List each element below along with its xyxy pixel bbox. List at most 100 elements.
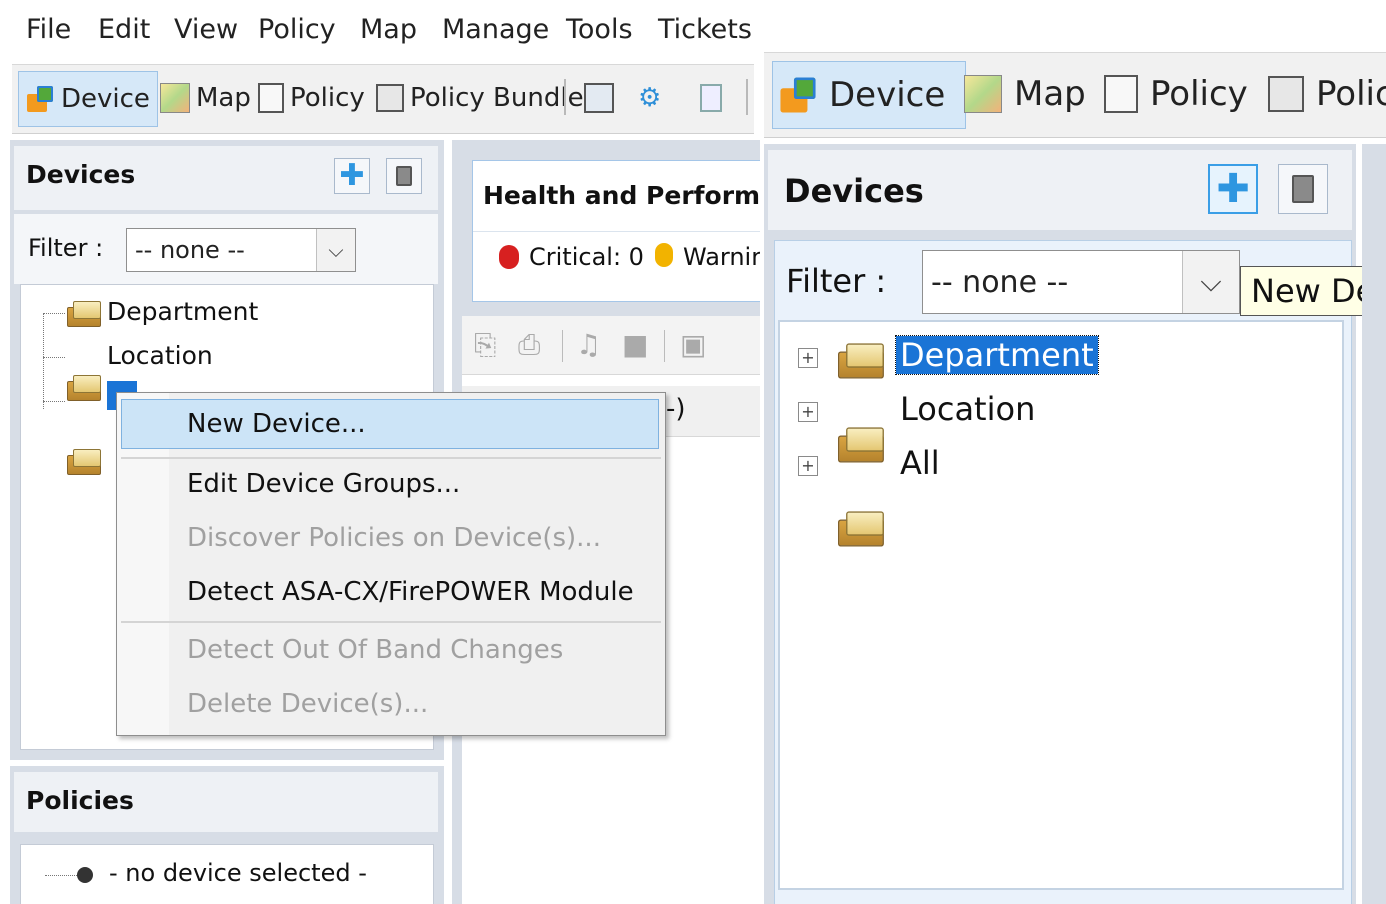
- zoomed-devices-title: Devices: [784, 172, 924, 210]
- menu-item-delete-devices[interactable]: Delete Device(s)...: [187, 689, 428, 719]
- add-device-button[interactable]: ✚: [334, 158, 370, 194]
- report-button[interactable]: [694, 71, 728, 125]
- health-panel-title: Health and Performan: [483, 181, 760, 210]
- menu-separator: [121, 457, 661, 459]
- trash-icon: [1292, 175, 1314, 203]
- folder-icon: [838, 338, 884, 379]
- devices-panel-title: Devices: [26, 160, 136, 189]
- menu-edit[interactable]: Edit: [98, 14, 150, 45]
- warning-icon: [655, 243, 673, 267]
- policy-icon: [1104, 75, 1138, 113]
- zoomed-policy-view-button[interactable]: Policy: [1094, 61, 1258, 127]
- policy-bundle-icon: [1268, 76, 1304, 112]
- zoomed-map-view-button[interactable]: Map: [954, 61, 1096, 127]
- expand-icon[interactable]: +: [798, 456, 818, 476]
- tree-line: [43, 313, 45, 409]
- tree-item-department[interactable]: Department: [107, 297, 258, 326]
- menu-manage[interactable]: Manage: [442, 14, 549, 45]
- chevron-down-icon: ⌵: [316, 229, 355, 271]
- left-screenshot: File Edit View Policy Map Manage Tools T…: [0, 0, 760, 904]
- adjacent-panel-edge: [1362, 144, 1386, 904]
- node-icon: [77, 867, 93, 883]
- tree-line: [43, 357, 65, 358]
- menu-item-detect-module[interactable]: Detect ASA-CX/FirePOWER Module: [187, 577, 634, 607]
- no-device-selected: - no device selected -: [109, 859, 367, 887]
- policies-panel-title: Policies: [26, 786, 134, 815]
- plus-icon: ✚: [1216, 166, 1250, 212]
- toolbar-separator: [564, 79, 566, 115]
- inventory-icon: [584, 83, 614, 113]
- critical-count: Critical: 0: [529, 243, 644, 271]
- map-icon: [964, 75, 1002, 113]
- toolbar-separator: [746, 79, 748, 115]
- menu-view[interactable]: View: [174, 14, 238, 45]
- policy-bundle-icon: [376, 84, 404, 112]
- chevron-down-icon: ⌵: [1182, 251, 1239, 313]
- zoomed-device-view-button[interactable]: Device: [772, 61, 966, 129]
- stop-icon[interactable]: ■: [622, 328, 648, 361]
- zoomed-filter-label: Filter :: [786, 262, 887, 300]
- menu-item-edit-device-groups[interactable]: Edit Device Groups...: [187, 469, 460, 499]
- health-panel: Health and Performan Critical: 0 Warnir: [472, 160, 760, 302]
- column-header-text: -): [666, 394, 686, 424]
- zoomed-delete-device-button[interactable]: [1278, 164, 1328, 214]
- device-icon: [778, 75, 819, 116]
- main-toolbar: Device Map Policy Policy Bundle ⚙: [12, 64, 754, 134]
- zoomed-filter-dropdown[interactable]: -- none -- ⌵: [922, 250, 1240, 314]
- filter-dropdown[interactable]: -- none -- ⌵: [126, 228, 356, 272]
- warning-count: Warnir: [683, 243, 760, 271]
- expand-icon[interactable]: +: [798, 402, 818, 422]
- map-icon: [160, 83, 190, 113]
- tree-item-location[interactable]: Location: [107, 341, 213, 370]
- network-button[interactable]: ⚙: [632, 71, 667, 125]
- tree-line: [43, 401, 65, 402]
- menu-item-discover-policies[interactable]: Discover Policies on Device(s)...: [187, 523, 601, 553]
- menu-policy[interactable]: Policy: [258, 14, 336, 45]
- filter-label: Filter :: [28, 234, 104, 262]
- plus-icon: ✚: [339, 158, 365, 193]
- zoomed-tree-item-location[interactable]: Location: [900, 390, 1035, 428]
- print-icon[interactable]: ⎙: [518, 328, 540, 362]
- menu-tools[interactable]: Tools: [566, 14, 633, 45]
- folder-icon: [67, 445, 101, 475]
- menu-bar: File Edit View Policy Map Manage Tools T…: [0, 0, 760, 62]
- menu-item-detect-oob-changes[interactable]: Detect Out Of Band Changes: [187, 635, 563, 665]
- zoomed-device-tree: + Department + Location + All: [778, 320, 1344, 890]
- toolbar-separator: [664, 330, 665, 362]
- trash-icon: [396, 166, 412, 186]
- folder-icon: [838, 506, 884, 547]
- zoomed-tree-item-department[interactable]: Department: [895, 335, 1099, 375]
- zoomed-add-device-button[interactable]: ✚: [1208, 164, 1258, 214]
- menu-tickets[interactable]: Tickets: [658, 14, 752, 45]
- export-icon[interactable]: ⎘: [474, 328, 496, 362]
- menu-separator: [121, 621, 661, 623]
- map-view-button[interactable]: Map: [154, 71, 257, 125]
- toolbar-separator: [562, 330, 563, 362]
- context-menu: New Device... Edit Device Groups... Disc…: [116, 392, 666, 736]
- critical-icon: [499, 245, 519, 269]
- right-screenshot: Device Map Policy Polic Devices ✚ Filter…: [764, 44, 1386, 904]
- zoomed-tree-item-all[interactable]: All: [900, 444, 940, 482]
- health-toolbar: ⎘ ⎙ ♫ ■ ▣: [462, 316, 760, 375]
- bell-icon[interactable]: ♫: [576, 328, 601, 361]
- policy-icon: [258, 83, 284, 113]
- network-icon: ⚙: [638, 83, 662, 113]
- tree-line: [43, 313, 65, 314]
- zoomed-policy-bundle-button[interactable]: Polic: [1258, 61, 1386, 127]
- folder-icon: [67, 371, 101, 401]
- policy-tree: - no device selected -: [20, 844, 434, 904]
- zoomed-toolbar: Device Map Policy Polic: [764, 52, 1386, 138]
- delete-device-button[interactable]: [386, 158, 422, 194]
- lock-icon[interactable]: ▣: [680, 328, 706, 361]
- device-icon: [25, 84, 55, 114]
- expand-icon[interactable]: +: [798, 348, 818, 368]
- menu-file[interactable]: File: [26, 14, 71, 45]
- policy-view-button[interactable]: Policy: [252, 71, 371, 125]
- inventory-button[interactable]: [578, 71, 620, 125]
- device-view-button[interactable]: Device: [18, 71, 158, 127]
- policy-bundle-view-button[interactable]: Policy Bundle: [370, 71, 590, 125]
- menu-map[interactable]: Map: [360, 14, 417, 45]
- folder-icon: [67, 297, 101, 327]
- divider: [473, 231, 760, 232]
- menu-item-new-device[interactable]: New Device...: [187, 409, 366, 439]
